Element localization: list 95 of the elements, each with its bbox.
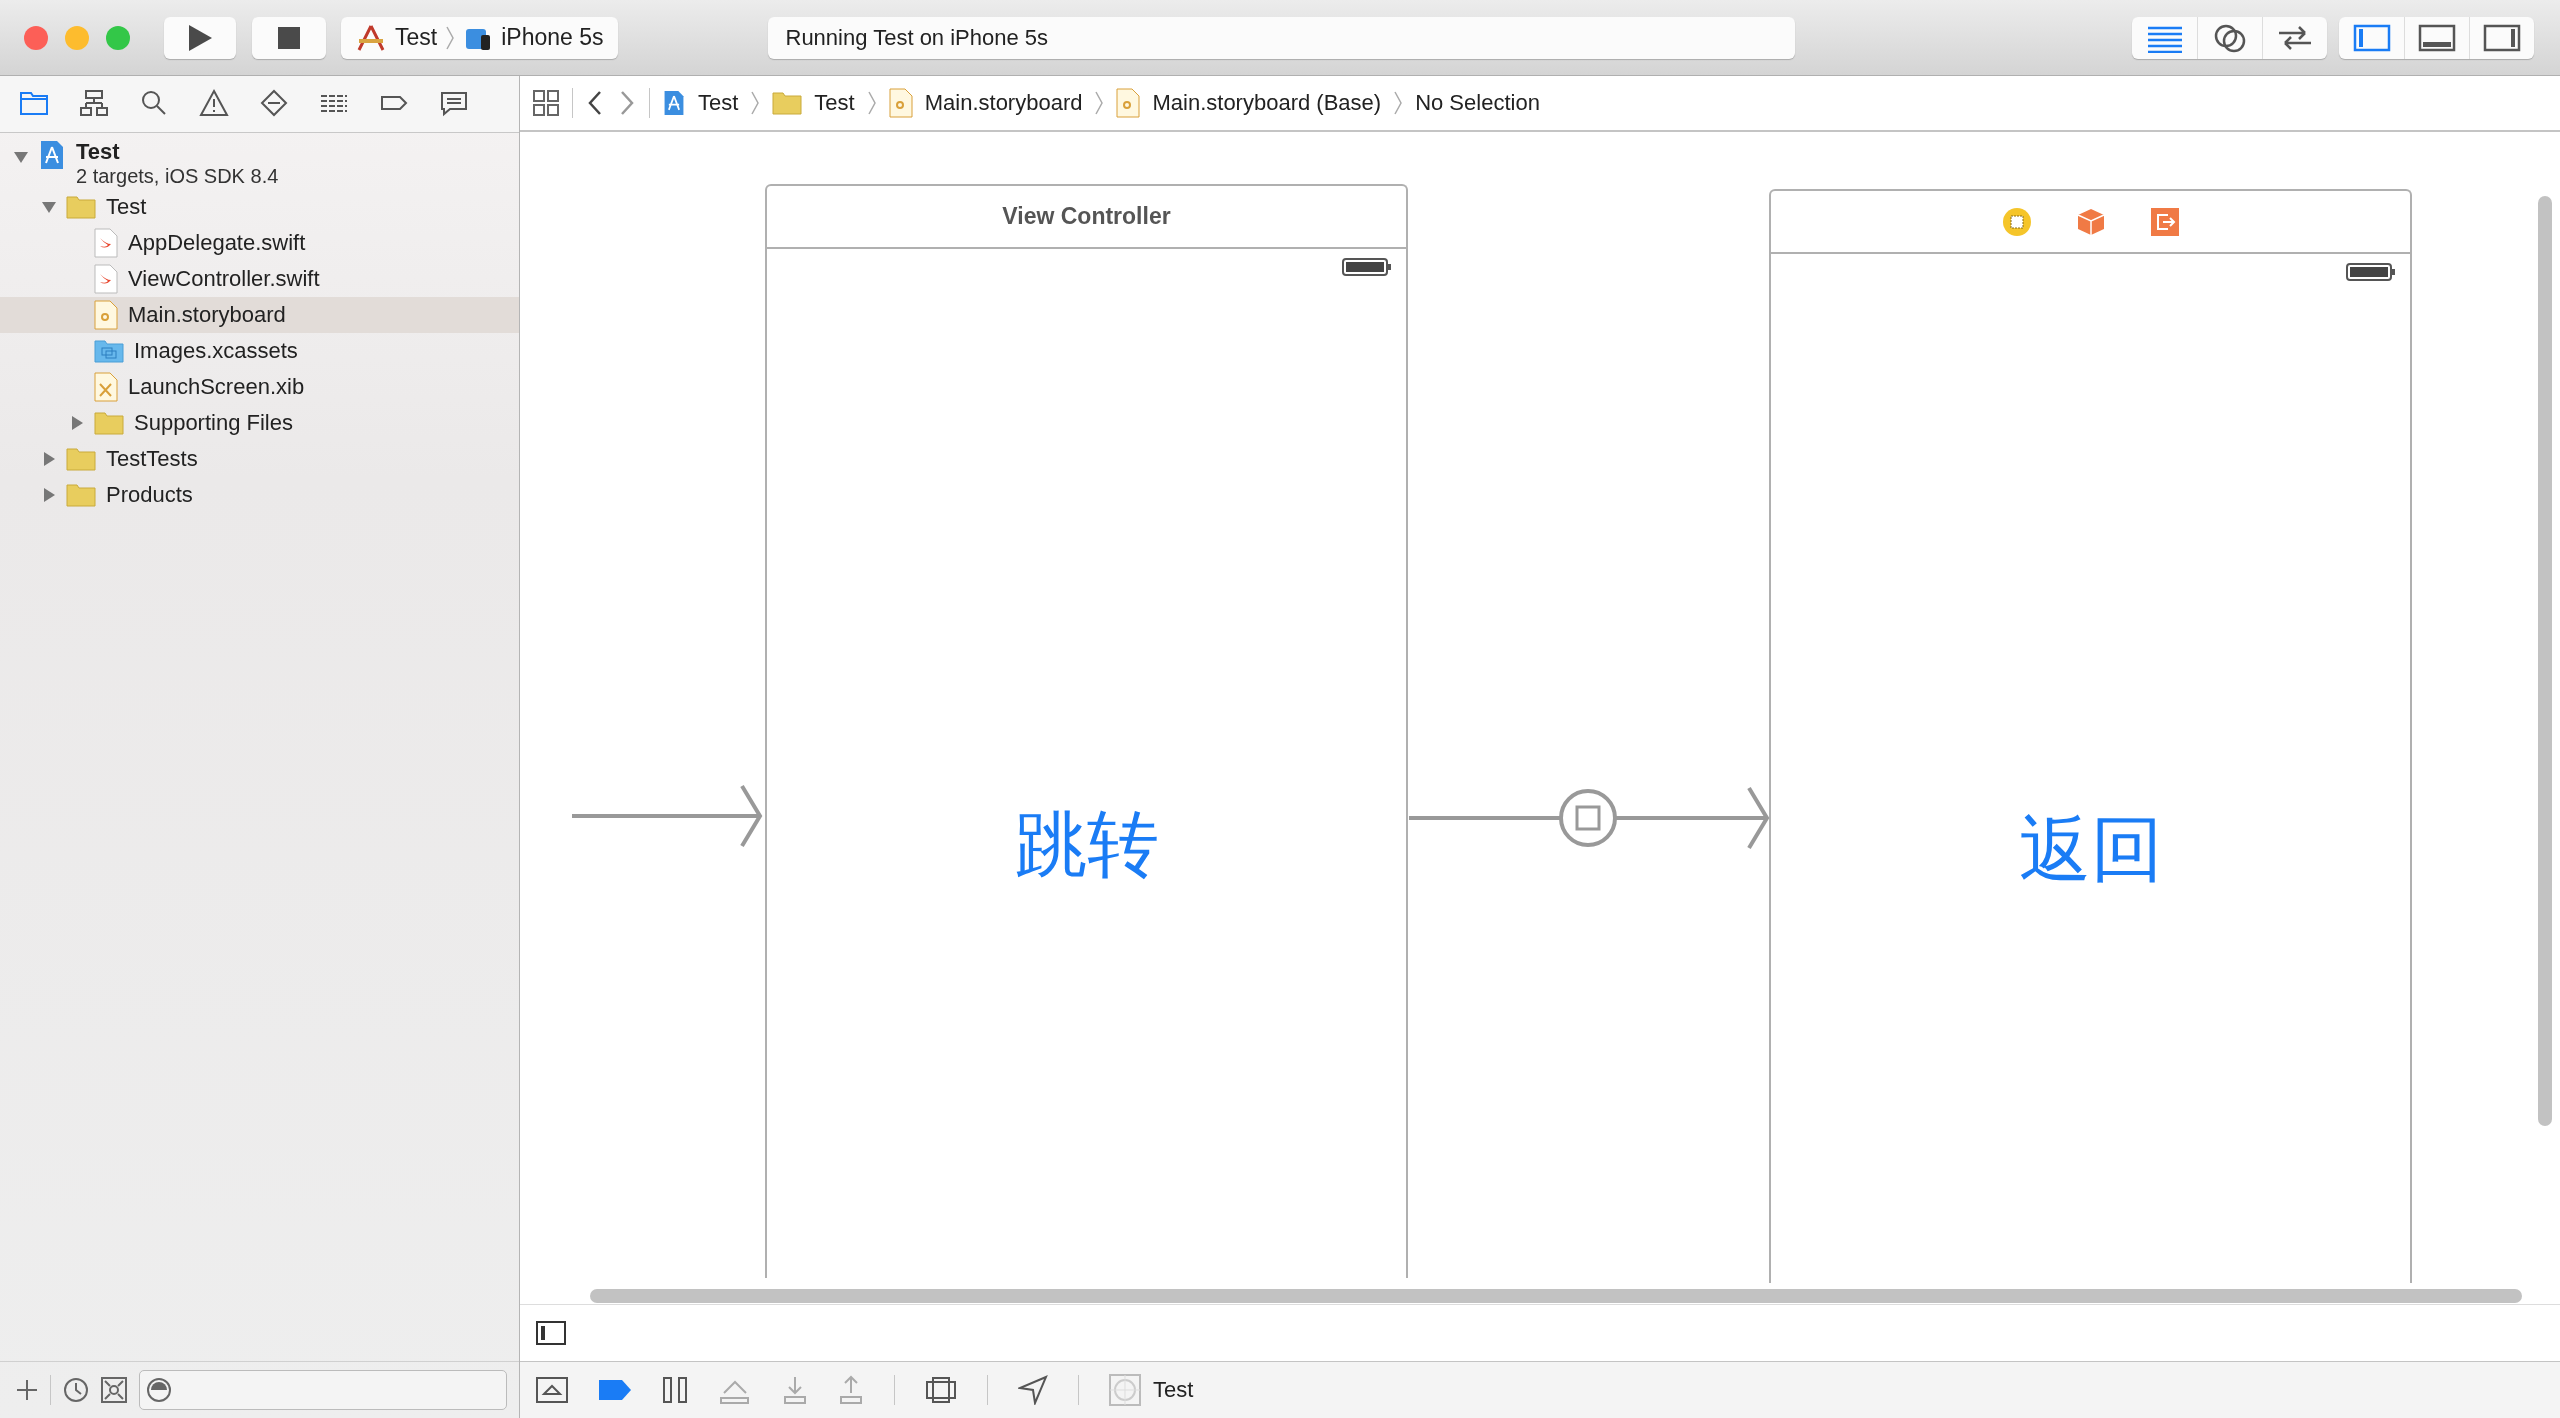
navigator-row[interactable]: Supporting Files [0,405,519,441]
scene-frame[interactable]: View Controller 跳转 [765,184,1408,1278]
scene-title: View Controller [1002,203,1171,230]
navigator-item-name: Test [76,139,121,165]
navigator-item-name: ViewController.swift [128,266,320,292]
exit-icon[interactable] [2149,206,2180,237]
scheme-device[interactable]: iPhone 5s [501,24,604,51]
navigator-item-name: Supporting Files [134,410,293,436]
folder-icon [772,91,803,115]
swift-file-icon [94,228,118,258]
test-icon [258,88,290,118]
folder-icon [66,483,96,507]
chevron-icon [750,90,761,116]
breadcrumb-item[interactable]: Main.storyboard (Base) [1152,90,1382,116]
segue-icon[interactable] [1559,789,1617,847]
navigator-item-name: AppDelegate.swift [128,230,306,256]
issue-icon [198,88,230,118]
storyboard-file-icon [888,88,913,118]
folder-icon [66,447,96,471]
navigator-item-name: Images.xcassets [134,338,298,364]
hide-debug-icon[interactable] [536,1377,568,1403]
scene-frame[interactable]: 返回 [1769,189,2412,1283]
navigator-item-name: Products [106,482,193,508]
view-hierarchy-icon[interactable] [925,1376,957,1404]
folder-icon [94,411,124,435]
entry-point-arrow[interactable] [572,784,763,848]
navigator-item-name: Main.storyboard [128,302,286,328]
stop-icon [277,25,301,50]
activity-status: Running Test on iPhone 5s [785,24,1049,51]
assets-folder-icon [94,339,124,363]
folder-icon [66,195,96,219]
navigator-row[interactable]: Main.storyboard [0,297,519,333]
breadcrumb-item[interactable]: Test [698,90,739,116]
process-name[interactable]: Test [1153,1377,1194,1403]
breadcrumb-item[interactable]: Test [814,90,855,116]
step-into-icon[interactable] [782,1375,808,1405]
navigator-row[interactable]: LaunchScreen.xib [0,369,519,405]
chevron-icon [866,90,877,116]
breadcrumb-item[interactable]: No Selection [1415,90,1540,116]
debug-panel-icon [2418,23,2456,52]
chevron-icon [1094,90,1105,116]
collapse-triangle-icon[interactable] [13,149,29,165]
symbol-icon [78,88,110,118]
navigator-row[interactable]: Products [0,477,519,513]
navigator-item-name: LaunchScreen.xib [128,374,305,400]
breadcrumb-item[interactable]: Main.storyboard [924,90,1083,116]
step-out-icon[interactable] [838,1375,864,1405]
navigator-row[interactable]: Test [0,189,519,225]
swift-file-icon [94,264,118,294]
navigator-row[interactable]: Images.xcassets [0,333,519,369]
scheme-target[interactable]: Test [395,24,438,51]
storyboard-file-icon [1116,88,1141,118]
clock-icon[interactable] [63,1377,89,1403]
related-items-icon[interactable] [532,89,560,117]
battery-icon [2346,262,2396,282]
app-icon [1109,1374,1141,1406]
scheme-selector[interactable]: Test iPhone 5s [341,16,618,59]
chevron-icon [1393,90,1404,116]
cube-icon[interactable] [2075,206,2106,237]
collapse-triangle-icon[interactable] [41,199,57,215]
scm-filter-icon[interactable] [101,1377,127,1403]
navigator-row[interactable]: AppDelegate.swift [0,225,519,261]
expand-triangle-icon[interactable] [69,415,85,431]
navigator-row[interactable]: ViewController.swift [0,261,519,297]
scene-button[interactable]: 跳转 [1014,797,1159,893]
storyboard-file-icon [94,300,118,330]
navigator-row[interactable]: TestTests [0,441,519,477]
play-icon [186,22,214,53]
battery-icon [1342,257,1392,277]
scene-button[interactable]: 返回 [2018,802,2163,898]
close-button[interactable] [24,25,48,50]
filter-icon [146,1377,172,1403]
project-file-icon [38,139,66,171]
utilities-panel-icon [2483,23,2521,52]
project-file-icon [662,88,686,118]
xib-file-icon [94,372,118,402]
chevron-icon [445,24,456,51]
navigator-panel-icon [2352,23,2391,52]
run-button[interactable] [164,16,236,59]
filter-field[interactable] [139,1370,507,1410]
location-icon[interactable] [1018,1375,1048,1405]
view-controller-icon[interactable] [2001,206,2032,237]
pause-icon[interactable] [662,1376,688,1404]
expand-triangle-icon[interactable] [41,451,57,467]
project-subtitle: 2 targets, iOS SDK 8.4 [76,165,279,188]
horizontal-scrollbar[interactable] [590,1289,2522,1303]
add-icon[interactable] [16,1379,38,1401]
breakpoint-icon[interactable] [598,1379,632,1401]
expand-triangle-icon[interactable] [41,487,57,503]
sidebar-toggle-icon[interactable] [536,1321,566,1345]
stop-button[interactable] [252,16,326,59]
vertical-scrollbar[interactable] [2538,196,2552,1126]
navigator-row[interactable]: Test 2 targets, iOS SDK 8.4 [0,137,519,189]
navigator-item-name: Test [106,194,147,220]
navigator-item-name: TestTests [106,446,198,472]
